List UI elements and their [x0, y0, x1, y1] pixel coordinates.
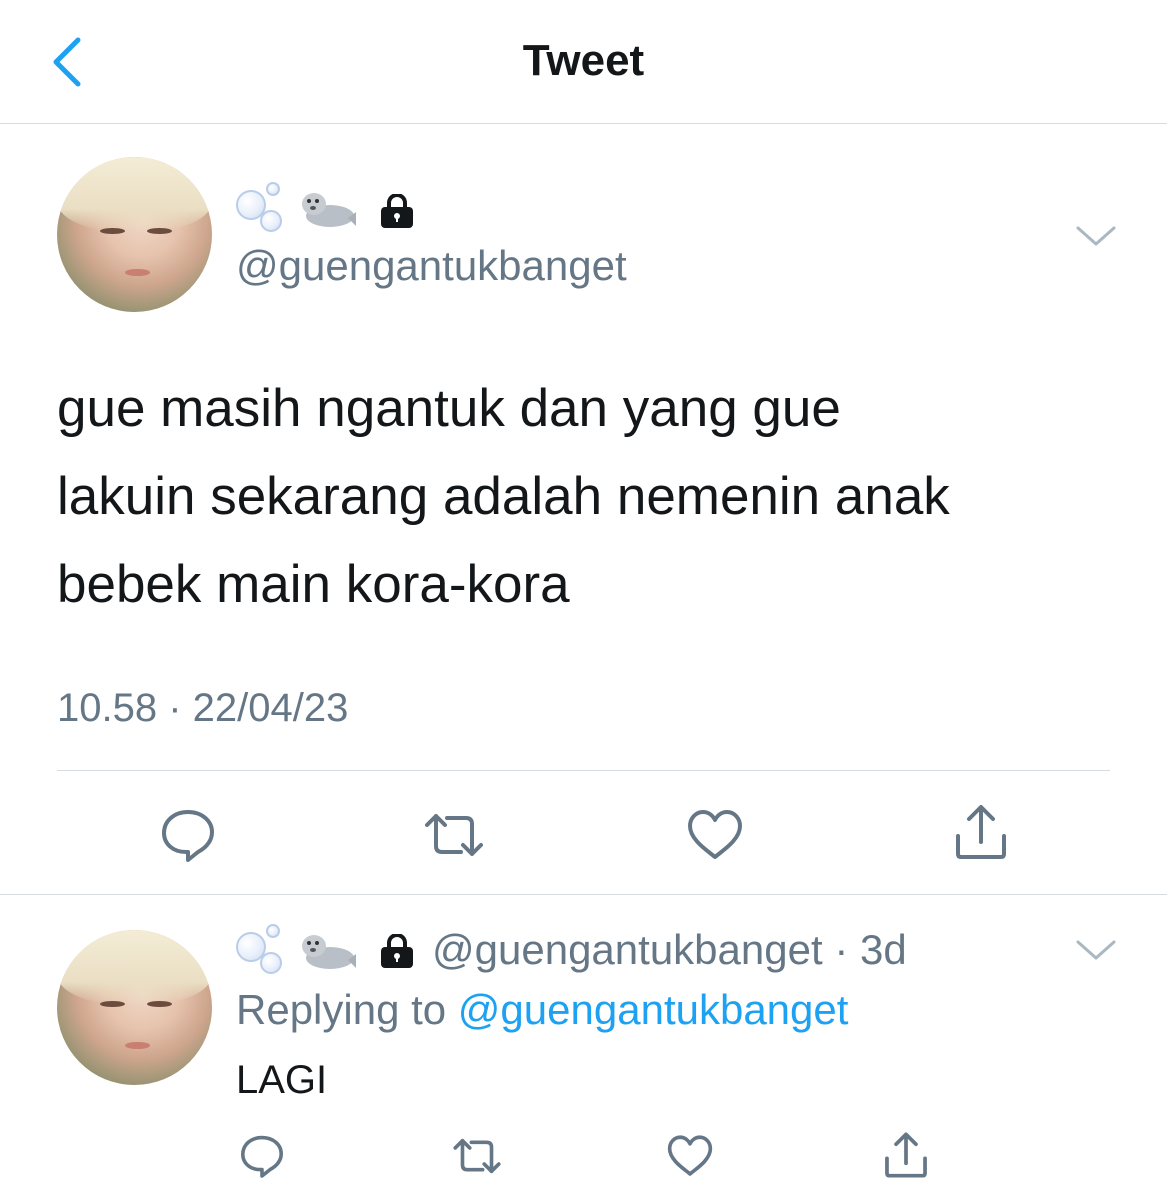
reply-like-button[interactable]	[666, 1134, 714, 1178]
like-button[interactable]	[686, 808, 744, 862]
tweet-text-line: lakuin sekarang adalah nemenin anak	[57, 466, 950, 526]
reply-avatar[interactable]	[57, 930, 212, 1085]
reply-display-name[interactable]	[236, 922, 436, 978]
reply-header: @guengantukbanget · 3d	[432, 926, 907, 974]
chevron-down-icon	[1076, 226, 1116, 246]
retweet-icon	[425, 814, 483, 856]
reply-time: · 3d	[834, 926, 907, 973]
reply-icon	[241, 1135, 283, 1178]
reply-author-handle[interactable]: @guengantukbanget	[432, 926, 823, 973]
seal-icon	[302, 193, 356, 227]
retweet-icon	[453, 1138, 501, 1174]
reply-icon	[162, 810, 214, 862]
lock-icon	[381, 194, 413, 228]
replying-to-link[interactable]: @guengantukbanget	[458, 986, 849, 1033]
share-icon	[956, 805, 1006, 859]
divider	[0, 894, 1167, 895]
tweet-timestamp: 10.58 · 22/04/23	[57, 686, 349, 730]
divider	[57, 770, 1110, 771]
reply-button[interactable]	[158, 806, 218, 864]
lock-icon	[381, 934, 413, 968]
author-handle[interactable]: @guengantukbanget	[236, 242, 627, 290]
replying-to: Replying to @guengantukbanget	[236, 986, 848, 1034]
top-bar: Tweet	[0, 0, 1167, 124]
reply-retweet-button[interactable]	[452, 1134, 502, 1178]
tweet-text-line: bebek main kora-kora	[57, 554, 570, 614]
tweet-options-button[interactable]	[1072, 218, 1120, 254]
replying-to-label: Replying to	[236, 986, 447, 1033]
like-icon	[667, 1135, 713, 1176]
like-icon	[688, 810, 742, 859]
avatar[interactable]	[57, 157, 212, 312]
tweet-text: gue masih ngantuk dan yang gue lakuin se…	[57, 365, 1117, 629]
tweet-text-line: gue masih ngantuk dan yang gue	[57, 379, 841, 438]
page-title: Tweet	[522, 36, 645, 85]
reply-share-button[interactable]	[882, 1130, 930, 1180]
share-icon	[885, 1132, 927, 1178]
display-name[interactable]	[236, 180, 436, 236]
seal-icon	[302, 935, 356, 969]
chevron-down-icon	[1076, 940, 1116, 960]
share-button[interactable]	[952, 802, 1010, 862]
reply-reply-button[interactable]	[238, 1132, 286, 1180]
reply-options-button[interactable]	[1072, 932, 1120, 968]
retweet-button[interactable]	[423, 808, 485, 862]
reply-text: LAGI	[236, 1058, 328, 1102]
